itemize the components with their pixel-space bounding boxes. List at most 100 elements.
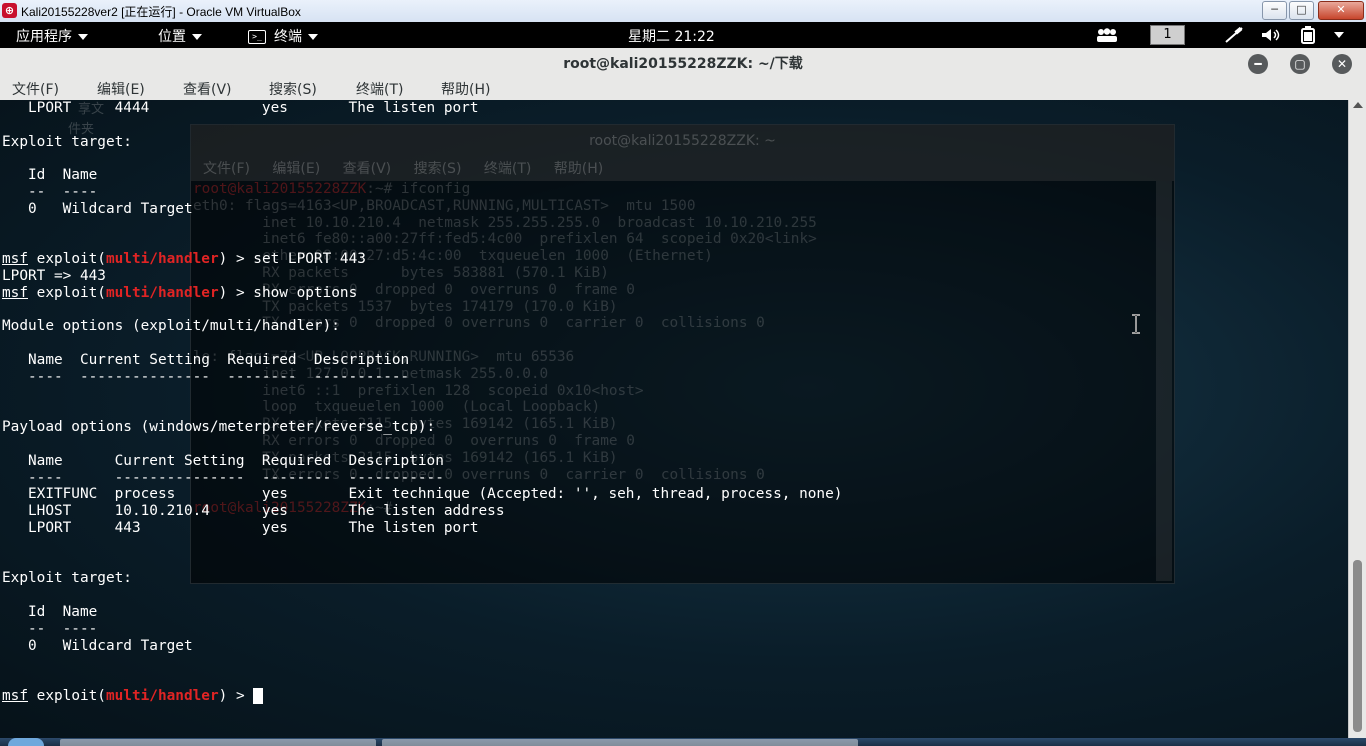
terminal-text-segment: Id Name: [2, 603, 98, 620]
terminal-title: root@kali20155228ZZK: ~/下载: [563, 56, 803, 72]
start-orb-icon[interactable]: [8, 738, 44, 746]
terminal-text-segment: LPORT 4444 yes The listen port: [2, 100, 479, 116]
terminal-line: EXITFUNC process yes Exit technique (Acc…: [2, 486, 842, 503]
terminal-text-segment: EXITFUNC process yes Exit technique (Acc…: [2, 486, 843, 503]
battery-icon[interactable]: [1300, 26, 1316, 44]
network-wired-icon[interactable]: [1224, 27, 1244, 43]
menu-help[interactable]: 帮助(H): [441, 79, 490, 99]
module-name: multi/handler: [105, 251, 219, 268]
terminal-app-menu[interactable]: >_ 终端: [248, 26, 318, 46]
close-icon[interactable]: ✕: [1332, 54, 1352, 74]
terminal-line: LPORT 443 yes The listen port: [2, 520, 842, 537]
host-close-button[interactable]: ✕: [1318, 1, 1364, 20]
terminal-text-segment: Name Current Setting Required Descriptio…: [2, 351, 410, 368]
workspace-indicator[interactable]: 1: [1150, 25, 1185, 45]
terminal-line: ---- --------------- -------- ----------…: [2, 369, 842, 386]
terminal-text-segment: exploit(: [28, 251, 106, 268]
terminal-text-segment: LHOST 10.10.210.4 yes The listen address: [2, 503, 505, 520]
taskbar-item[interactable]: [60, 739, 376, 746]
chevron-down-icon: [192, 34, 202, 40]
menu-terminal[interactable]: 终端(T): [356, 79, 403, 99]
terminal-line: -- ----: [2, 621, 842, 638]
host-taskbar: [0, 738, 1366, 746]
terminal-output-area[interactable]: 享文 件夹 root@kali20155228ZZK: ~ 文件(F) 编辑(E)…: [0, 100, 1348, 738]
terminal-line: ---- --------------- -------- ----------…: [2, 470, 842, 487]
terminal-text-segment: 0 Wildcard Target: [2, 200, 193, 217]
terminal-line: msf exploit(multi/handler) > show option…: [2, 285, 842, 302]
chevron-down-icon: [308, 34, 318, 40]
terminal-text-segment: 0 Wildcard Target: [2, 637, 193, 654]
terminal-text[interactable]: LPORT 4444 yes The listen port Exploit ta…: [2, 100, 842, 705]
taskbar-item[interactable]: [382, 739, 858, 746]
terminal-app-label: 终端: [274, 29, 302, 45]
terminal-text-segment: ---- --------------- -------- ----------…: [2, 368, 410, 385]
terminal-line: Name Current Setting Required Descriptio…: [2, 453, 842, 470]
terminal-line: msf exploit(multi/handler) > set LPORT 4…: [2, 251, 842, 268]
terminal-text-segment: Payload options (windows/meterpreter/rev…: [2, 419, 436, 436]
applications-label: 应用程序: [16, 29, 72, 45]
terminal-line: Exploit target:: [2, 134, 842, 151]
terminal-text-segment: exploit(: [28, 687, 106, 704]
terminal-text-segment: ---- --------------- -------- ----------…: [2, 469, 444, 486]
maximize-icon[interactable]: ▢: [1290, 54, 1310, 74]
terminal-cursor: [253, 687, 264, 704]
network-users-icon[interactable]: [1096, 28, 1118, 42]
module-name: multi/handler: [105, 284, 219, 301]
places-label: 位置: [158, 29, 186, 45]
terminal-text-segment: Id Name: [2, 167, 98, 184]
terminal-line: 0 Wildcard Target: [2, 201, 842, 218]
virtualbox-title-bar[interactable]: ⊕ Kali20155228ver2 [正在运行] - Oracle VM Vi…: [0, 0, 1366, 23]
terminal-line: Id Name: [2, 167, 842, 184]
menu-edit[interactable]: 编辑(E): [97, 79, 145, 99]
terminal-text-segment: ) >: [218, 687, 254, 704]
volume-icon[interactable]: [1260, 27, 1282, 43]
terminal-line: LPORT 4444 yes The listen port: [2, 100, 842, 117]
text-cursor-pointer-icon: [1132, 314, 1140, 334]
terminal-scrollbar[interactable]: [1348, 100, 1366, 738]
terminal-text-segment: -- ----: [2, 620, 98, 637]
terminal-text-segment: LPORT => 443: [2, 267, 106, 284]
host-minimize-button[interactable]: ─: [1262, 1, 1287, 20]
terminal-line: msf exploit(multi/handler) >: [2, 687, 842, 705]
minimize-icon[interactable]: ━: [1248, 54, 1268, 74]
terminal-text-segment: Module options (exploit/multi/handler):: [2, 318, 340, 335]
top-panel: 应用程序 位置 >_ 终端 星期二 21:22 1: [0, 22, 1366, 48]
msf-prompt: msf: [2, 251, 28, 268]
terminal-line: LPORT => 443: [2, 268, 842, 285]
terminal-text-segment: ) > set LPORT 443: [218, 251, 366, 268]
scrollbar-thumb[interactable]: [1353, 560, 1362, 732]
terminal-line: Payload options (windows/meterpreter/rev…: [2, 419, 842, 436]
applications-menu[interactable]: 应用程序: [16, 26, 88, 46]
chevron-down-icon: [78, 34, 88, 40]
terminal-text-segment: ) > show options: [218, 284, 358, 301]
menu-view[interactable]: 查看(V): [183, 79, 232, 99]
terminal-text-segment: Name Current Setting Required Descriptio…: [2, 452, 444, 469]
clock[interactable]: 星期二 21:22: [628, 26, 715, 46]
menu-search[interactable]: 搜索(S): [269, 79, 317, 99]
terminal-window-header[interactable]: root@kali20155228ZZK: ~/下载 ━ ▢ ✕ 文件(F) 编…: [0, 48, 1366, 101]
host-maximize-button[interactable]: □: [1289, 1, 1314, 20]
terminal-line: Exploit target:: [2, 570, 842, 587]
places-menu[interactable]: 位置: [158, 26, 202, 46]
terminal-text-segment: LPORT 443 yes The listen port: [2, 519, 479, 536]
chevron-down-icon[interactable]: [1334, 32, 1344, 38]
background-scrollbar: [1156, 181, 1172, 581]
terminal-line: Name Current Setting Required Descriptio…: [2, 352, 842, 369]
menu-file[interactable]: 文件(F): [12, 79, 59, 99]
scroll-up-arrow-icon[interactable]: [1353, 102, 1363, 108]
terminal-line: -- ----: [2, 184, 842, 201]
terminal-text-segment: exploit(: [28, 284, 106, 301]
msf-prompt: msf: [2, 687, 28, 704]
